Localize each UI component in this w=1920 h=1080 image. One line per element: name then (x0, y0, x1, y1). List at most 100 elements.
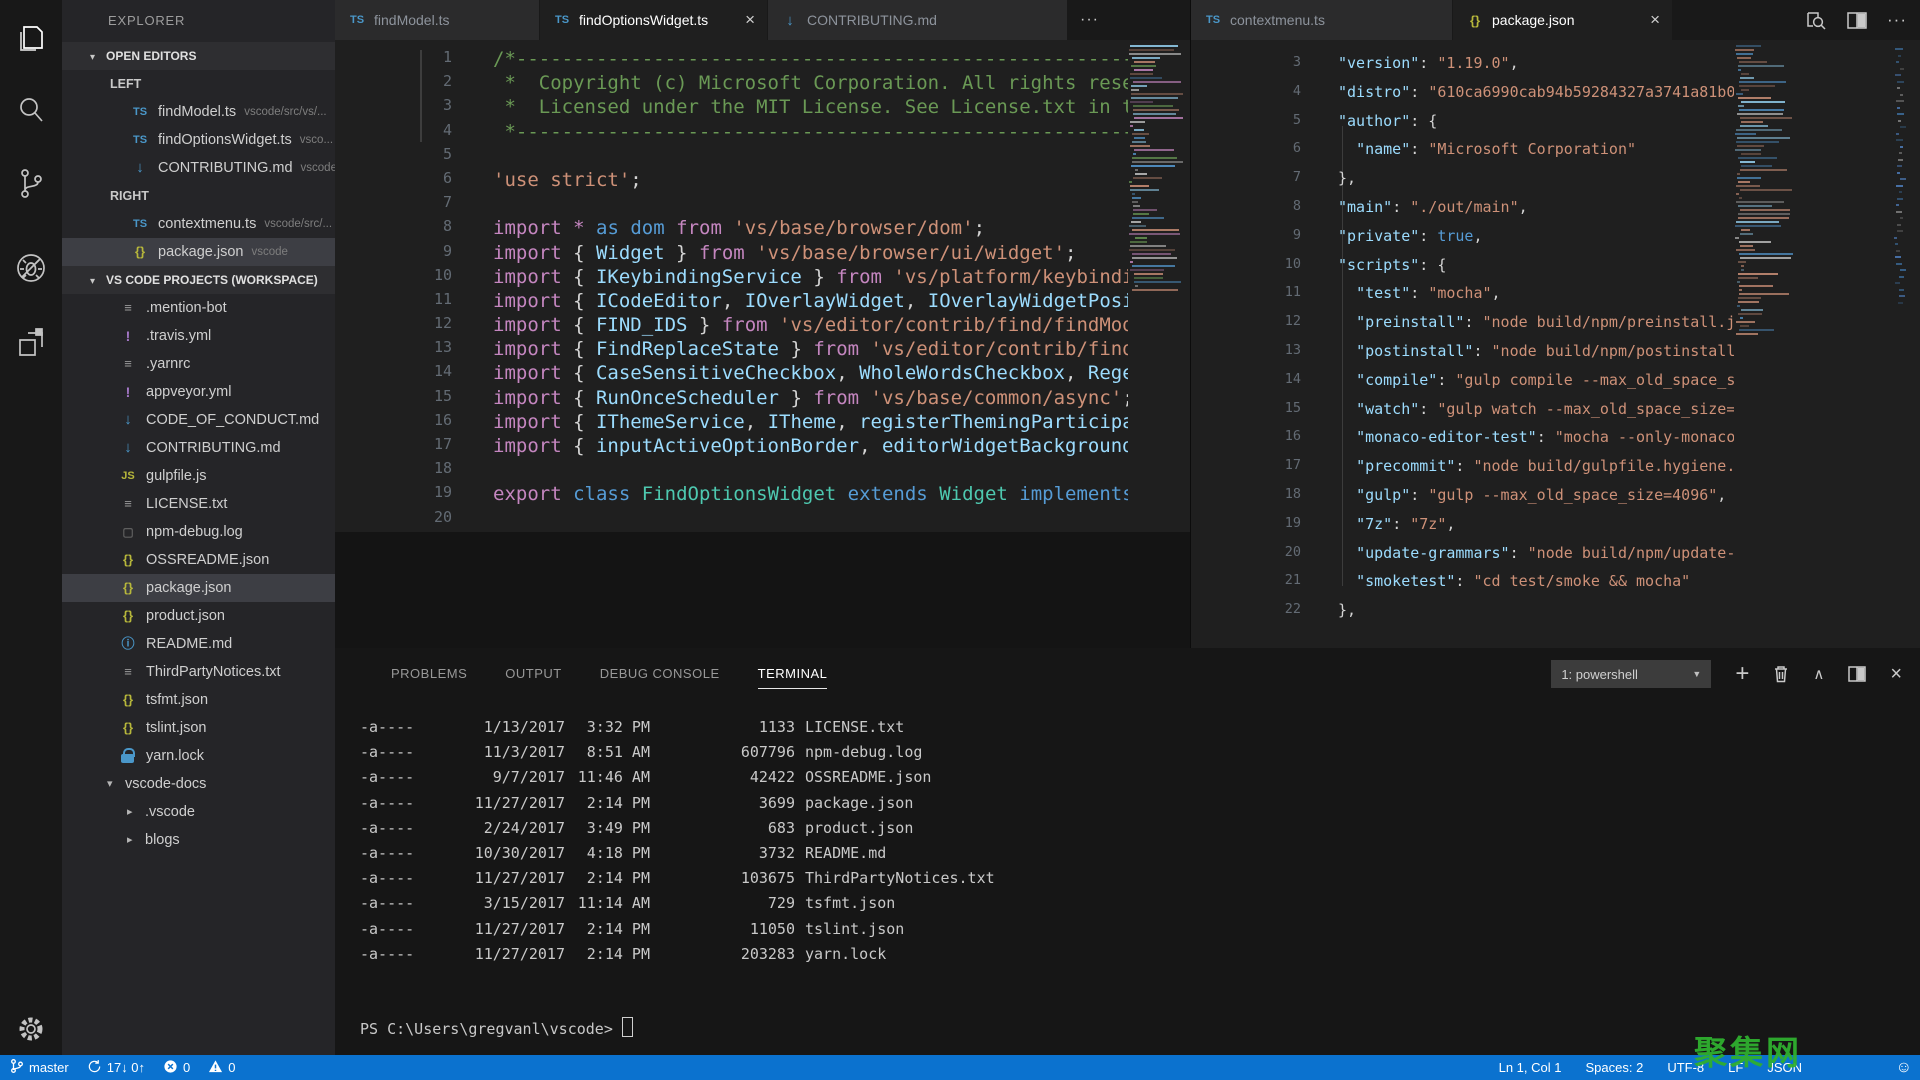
workspace-file-tree: ≡ .mention-bot ! .travis.yml ≡ .yarnrc! appvey… (62, 294, 335, 854)
tree-file[interactable]: ! appveyor.yml (62, 378, 335, 406)
tree-file[interactable]: {} package.json (62, 574, 335, 602)
status-sync[interactable]: 17↓ 0↑ (87, 1059, 145, 1077)
status-left: master 17↓ 0↑ 0 0 (0, 1058, 236, 1077)
workspace-header[interactable]: ▾ VS CODE PROJECTS (WORKSPACE) (62, 266, 335, 294)
code-line: 11 "test": "mocha", (1191, 284, 1920, 313)
line-number: 8 (1292, 197, 1301, 214)
line-number: 21 (1284, 572, 1301, 589)
close-panel-icon[interactable]: × (1890, 663, 1902, 686)
terminal-prompt[interactable]: PS C:\Users\gregvanl\vscode> (335, 1017, 1920, 1042)
folder-name: blogs (145, 832, 180, 848)
open-editor-item[interactable]: ↓ CONTRIBUTING.md vscode (62, 154, 335, 182)
tab-problems[interactable]: PROBLEMS (391, 660, 467, 689)
tab-output[interactable]: OUTPUT (505, 660, 561, 689)
log-file-icon: ▢ (122, 525, 134, 539)
status-warning[interactable]: 0 (208, 1059, 236, 1077)
close-icon[interactable]: × (735, 10, 755, 30)
status-git-branch[interactable]: master (10, 1058, 69, 1077)
list-file-icon: ≡ (124, 300, 132, 315)
tree-file[interactable]: JS gulpfile.js (62, 462, 335, 490)
tree-folder[interactable]: ▸ .vscode (62, 798, 335, 826)
split-terminal-icon[interactable] (1848, 666, 1867, 682)
tree-file[interactable]: {} product.json (62, 602, 335, 630)
tree-file[interactable]: ≡ LICENSE.txt (62, 490, 335, 518)
tree-file[interactable]: ↓ CODE_OF_CONDUCT.md (62, 406, 335, 434)
new-terminal-button[interactable]: + (1735, 662, 1749, 686)
maximize-panel-icon[interactable]: ∧ (1813, 665, 1824, 683)
tree-file[interactable]: ⓘ README.md (62, 630, 335, 658)
tab-terminal[interactable]: TERMINAL (757, 660, 828, 689)
code-line: 20 (335, 508, 1190, 532)
tree-file[interactable]: ≡ .mention-bot (62, 294, 335, 322)
tree-file[interactable]: {} tslint.json (62, 714, 335, 742)
settings-gear-icon[interactable] (0, 1003, 62, 1055)
editor-tab[interactable]: TS contextmenu.ts (1191, 0, 1453, 40)
file-name: gulpfile.js (146, 468, 207, 484)
source-control-icon[interactable] (0, 158, 62, 210)
minimap[interactable] (1734, 45, 1796, 341)
terminal-output[interactable]: -a---- 1/13/2017 3:32 PM 1133 LICENSE.txt -a-… (335, 715, 1920, 1042)
indentation[interactable]: Spaces: 2 (1585, 1060, 1643, 1075)
kill-terminal-icon[interactable] (1773, 665, 1789, 683)
tree-file[interactable]: ! .travis.yml (62, 322, 335, 350)
editor-tab[interactable]: ↓ CONTRIBUTING.md (768, 0, 1068, 40)
file-name: .mention-bot (146, 300, 227, 316)
open-editors-header[interactable]: ▾ OPEN EDITORS (62, 42, 335, 70)
open-editor-item[interactable]: {} package.json vscode (62, 238, 335, 266)
tree-file[interactable]: ≡ ThirdPartyNotices.txt (62, 658, 335, 686)
minimap[interactable] (1128, 45, 1188, 297)
editor-tab[interactable]: {} package.json × (1453, 0, 1673, 40)
ts-file-icon: TS (554, 14, 570, 26)
line-number: 15 (1284, 399, 1301, 416)
status-error[interactable]: 0 (163, 1059, 190, 1077)
lock-file-icon (118, 748, 138, 764)
more-actions-icon[interactable]: ··· (1887, 10, 1907, 30)
open-editor-item[interactable]: TS findModel.ts vscode/src/vs/... (62, 98, 335, 126)
file-path: vscode/src/vs/... (244, 106, 327, 118)
tree-file[interactable]: ≡ .yarnrc (62, 350, 335, 378)
line-number: 16 (433, 410, 452, 429)
code-line: 4 "distro": "610ca6990cab94b59284327a3741… (1191, 83, 1920, 112)
more-tabs-icon[interactable]: ··· (1080, 11, 1099, 29)
open-editor-item[interactable]: TS contextmenu.ts vscode/src/... (62, 210, 335, 238)
tab-label: package.json (1492, 12, 1575, 28)
tree-file[interactable]: ↓ CONTRIBUTING.md (62, 434, 335, 462)
close-icon[interactable]: × (1640, 10, 1660, 30)
code-line: 2 * Copyright (c) Microsoft Corporation.… (335, 72, 1190, 96)
vscode-window: EXPLORER ▾ OPEN EDITORS LEFT TS findModel.t… (0, 0, 1920, 1080)
tree-file[interactable]: {} tsfmt.json (62, 686, 335, 714)
tab-label: findOptionsWidget.ts (579, 12, 709, 28)
tree-folder[interactable]: ▸ blogs (62, 826, 335, 854)
editor-tab[interactable]: TS findOptionsWidget.ts × (540, 0, 768, 40)
line-number: 1 (442, 48, 452, 66)
debug-icon[interactable] (0, 242, 62, 294)
folder-name: .vscode (145, 804, 195, 820)
tree-file[interactable]: ▢ npm-debug.log (62, 518, 335, 546)
explorer-icon[interactable] (0, 14, 62, 66)
code-line: 15 "watch": "gulp watch --max_old_space_… (1191, 400, 1920, 429)
editor-group2-tabs: TS contextmenu.ts {} package.json × ··· (1190, 0, 1920, 40)
search-icon[interactable] (0, 84, 62, 136)
cursor-position[interactable]: Ln 1, Col 1 (1499, 1060, 1562, 1075)
tree-folder[interactable]: ▾ vscode-docs (62, 770, 335, 798)
code-line: 22}, (1191, 601, 1920, 630)
code-line: 19 export class FindOptionsWidget extends… (335, 483, 1190, 507)
line-number: 8 (442, 217, 452, 236)
editor-tab[interactable]: TS findModel.ts (335, 0, 540, 40)
feedback-smiley-icon[interactable]: ☺ (1896, 1055, 1912, 1080)
tab-debug-console[interactable]: DEBUG CONSOLE (600, 660, 720, 689)
terminal-select[interactable]: 1: powershell ▼ (1551, 660, 1712, 688)
editor-findOptionsWidget[interactable]: 1/*-------------------------------------… (335, 40, 1190, 532)
tree-file[interactable]: yarn.lock (62, 742, 335, 770)
open-preview-icon[interactable] (1805, 10, 1827, 30)
line-number: 4 (442, 120, 452, 139)
extensions-icon[interactable] (0, 318, 62, 370)
panel-tabs: PROBLEMS OUTPUT DEBUG CONSOLE TERMINAL (335, 660, 828, 689)
split-editor-icon[interactable] (1847, 11, 1867, 29)
file-name: tsfmt.json (146, 692, 209, 708)
tree-file[interactable]: {} OSSREADME.json (62, 546, 335, 574)
overview-ruler[interactable] (1893, 48, 1909, 310)
open-editor-item[interactable]: TS findOptionsWidget.ts vsco... (62, 126, 335, 154)
editor-package-json[interactable]: 3 "version": "1.19.0", 4 "distro": "610ca69… (1190, 40, 1920, 648)
md-file-icon: ↓ (136, 159, 144, 176)
